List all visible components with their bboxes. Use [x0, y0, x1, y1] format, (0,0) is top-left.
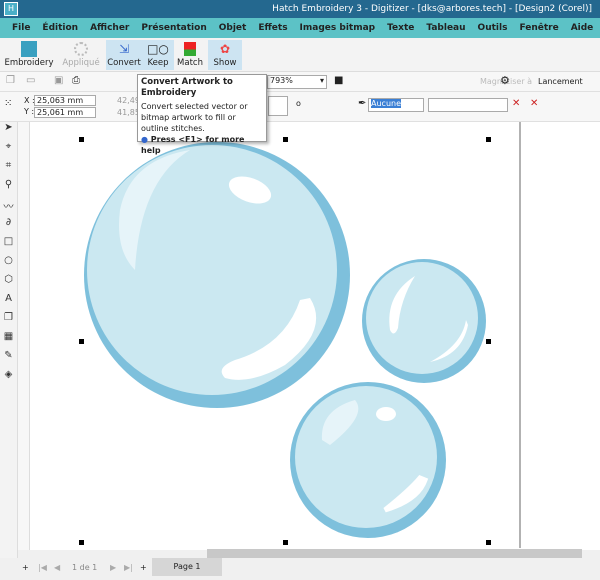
menu-aide[interactable]: Aide	[571, 23, 594, 33]
ribbon: Embroidery Appliqué ⇲ Convert □○ Keep Ma…	[0, 38, 600, 72]
menu-effets[interactable]: Effets	[258, 23, 287, 33]
launch-dropdown[interactable]: Lancement	[538, 77, 583, 86]
menu-images-bitmap[interactable]: Images bitmap	[300, 23, 376, 33]
freehand-tool-icon[interactable]: 〰	[0, 198, 17, 217]
degree-label: o	[296, 99, 301, 108]
keep-icon: □○	[147, 42, 169, 56]
convert-icon: ⇲	[118, 42, 130, 56]
remove-outline-icon[interactable]: ✕	[512, 98, 520, 109]
menu-tableau[interactable]: Tableau	[426, 23, 465, 33]
property-bar: ⁙ X : 25,063 mm Y : 25,061 mm 42,493 41,…	[0, 92, 600, 122]
eyedropper-tool-icon[interactable]: ✎	[0, 350, 17, 369]
toolbox: ➤ ⌖ ⌗ ⚲ 〰 ∂ □ ○ ⬡ A ❐ ▦ ✎ ◈	[0, 122, 18, 558]
last-page-icon[interactable]: ▶|	[124, 563, 133, 572]
ellipse-tool-icon[interactable]: ○	[0, 255, 17, 274]
show-label: Show	[213, 58, 237, 68]
small-bubble[interactable]	[290, 382, 446, 538]
show-button[interactable]: ✿ Show	[208, 40, 242, 70]
page-counter: 1 de 1	[72, 563, 98, 572]
standard-toolbar: ❐ ▭ ▣ ⎙ 793% ▾ ■ Magnétiser à ⚙ Lancement	[0, 72, 600, 92]
next-page-icon[interactable]: ▶	[110, 563, 116, 572]
line-style-select[interactable]	[428, 98, 508, 112]
artwork	[79, 122, 521, 548]
menu-edition[interactable]: Édition	[42, 23, 78, 33]
match-label: Match	[177, 58, 203, 68]
medium-bubble[interactable]	[362, 259, 486, 383]
convert-button[interactable]: ⇲ Convert	[106, 40, 142, 70]
save-icon[interactable]: ▣	[54, 75, 63, 86]
match-icon	[184, 42, 196, 56]
new-icon[interactable]: ❐	[6, 75, 15, 86]
embroidery-label: Embroidery	[4, 58, 54, 68]
prev-page-icon[interactable]: ◀	[54, 563, 60, 572]
bullet-icon: ●	[141, 135, 148, 144]
vertical-ruler	[18, 122, 30, 550]
artistic-media-icon[interactable]: ∂	[0, 217, 17, 236]
outline-value: Aucune	[371, 99, 402, 108]
app-logo-icon: H	[4, 2, 18, 16]
window-title: Hatch Embroidery 3 - Digitizer - [dks@ar…	[272, 4, 592, 14]
angle-field[interactable]	[268, 96, 288, 116]
x-position-field[interactable]: 25,063 mm	[34, 95, 96, 106]
pen-icon: ✒	[358, 98, 367, 109]
tooltip: Convert Artwork to Embroidery Convert se…	[137, 74, 267, 155]
menu-outils[interactable]: Outils	[478, 23, 508, 33]
keep-button[interactable]: □○ Keep	[142, 40, 174, 70]
outline-select[interactable]: Aucune	[368, 98, 424, 112]
menu-bar: File Édition Afficher Présentation Objet…	[0, 18, 600, 38]
crop-tool-icon[interactable]: ⌗	[0, 160, 17, 179]
menu-afficher[interactable]: Afficher	[90, 23, 129, 33]
pick-tool-icon[interactable]: ➤	[0, 122, 17, 141]
shape-tool-icon[interactable]: ⌖	[0, 141, 17, 160]
page-navigator: + |◀ ◀ 1 de 1 ▶ ▶| + Page 1	[0, 558, 600, 580]
menu-file[interactable]: File	[12, 23, 30, 33]
add-page-after-icon[interactable]: +	[140, 563, 147, 572]
menu-texte[interactable]: Texte	[387, 23, 414, 33]
transparency-tool-icon[interactable]: ▦	[0, 331, 17, 350]
open-icon[interactable]: ▭	[26, 75, 35, 86]
tooltip-title: Convert Artwork to Embroidery	[141, 77, 233, 98]
zoom-select[interactable]: 793% ▾	[267, 75, 327, 89]
embroidery-icon	[21, 41, 37, 57]
y-position-field[interactable]: 25,061 mm	[34, 107, 96, 118]
horizontal-scrollbar-thumb[interactable]	[207, 549, 582, 558]
applique-label: Appliqué	[62, 58, 100, 68]
y-label: Y :	[24, 107, 35, 116]
rectangle-tool-icon[interactable]: □	[0, 236, 17, 255]
tooltip-help: Press <F1> for more help	[141, 135, 245, 155]
applique-button[interactable]: Appliqué	[58, 40, 104, 70]
keep-label: Keep	[147, 58, 169, 68]
large-bubble[interactable]	[84, 142, 350, 408]
fill-tool-icon[interactable]: ◈	[0, 369, 17, 388]
title-bar: H Hatch Embroidery 3 - Digitizer - [dks@…	[0, 0, 600, 18]
convert-label: Convert	[107, 58, 141, 68]
zoom-tool-icon[interactable]: ⚲	[0, 179, 17, 198]
text-tool-icon[interactable]: A	[0, 293, 17, 312]
first-page-icon[interactable]: |◀	[38, 563, 47, 572]
print-icon[interactable]: ⎙	[72, 75, 80, 86]
fit-page-icon[interactable]: ■	[334, 75, 343, 86]
polygon-tool-icon[interactable]: ⬡	[0, 274, 17, 293]
embroidery-button[interactable]: Embroidery	[4, 40, 54, 70]
tooltip-body: Convert selected vector or bitmap artwor…	[141, 102, 248, 133]
chevron-down-icon: ▾	[319, 76, 324, 85]
page-tab-1[interactable]: Page 1	[152, 558, 222, 576]
match-button[interactable]: Match	[174, 40, 206, 70]
position-grid-icon: ⁙	[4, 98, 13, 109]
zoom-value: 793%	[270, 76, 293, 85]
add-page-icon[interactable]: +	[22, 563, 29, 572]
menu-fenetre[interactable]: Fenêtre	[519, 23, 558, 33]
drawing-canvas[interactable]	[30, 122, 600, 550]
gear-icon[interactable]: ⚙	[500, 74, 510, 87]
applique-icon	[74, 42, 88, 56]
tulip-icon: ✿	[219, 42, 231, 56]
shadow-tool-icon[interactable]: ❐	[0, 312, 17, 331]
remove-fill-icon[interactable]: ✕	[530, 98, 538, 109]
menu-presentation[interactable]: Présentation	[141, 23, 206, 33]
menu-objet[interactable]: Objet	[219, 23, 247, 33]
